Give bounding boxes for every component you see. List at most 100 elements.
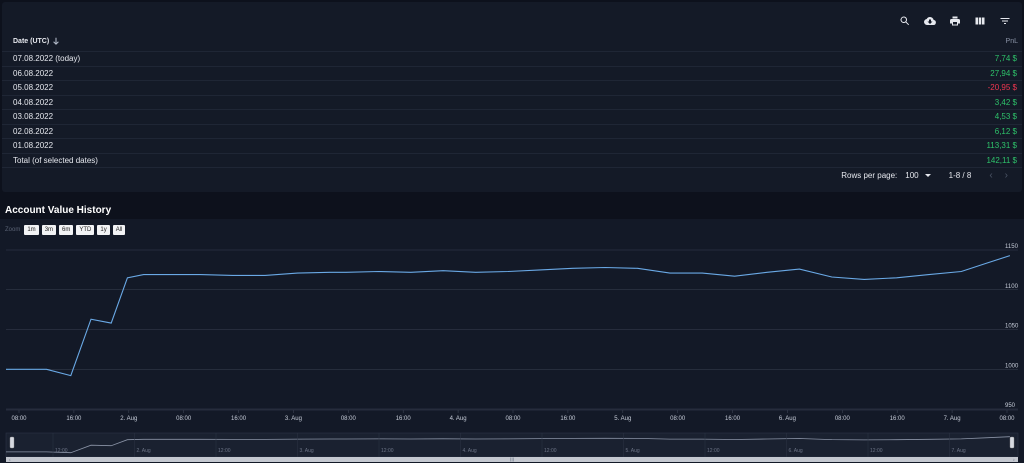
zoom-selector: Zoom 1m 3m 6m YTD 1y All [5,225,126,235]
search-icon[interactable] [895,14,914,28]
data-point [297,272,299,274]
date-cell: 04.08.2022 [13,97,54,107]
zoom-button[interactable]: YTD [76,225,95,235]
data-point [734,275,736,277]
y-tick-label: 1150 [1005,244,1019,250]
print-icon[interactable] [945,14,964,28]
zoom-buttons: 1m 3m 6m YTD 1y All [24,225,126,235]
daily-pnl-panel: Date (UTC) PnL 07.08.2022 (today) 7,74 $0… [2,2,1022,192]
navigator-label: 6. Aug [789,448,803,454]
chevron-down-icon [924,174,931,177]
date-cell: 03.08.2022 [13,112,54,122]
scroll-grip-icon: III [510,458,514,463]
account-value-line [6,255,1011,377]
x-tick-label: 16:00 [396,416,412,422]
zoom-button[interactable]: All [112,225,126,235]
date-cell: 07.08.2022 (today) [13,54,81,64]
data-point [127,277,129,279]
page-range: 1-8 / 8 [948,171,972,180]
filter-icon[interactable] [995,14,1014,28]
navigator-label: 4. Aug [463,448,477,454]
x-tick-label: 6. Aug [779,416,796,422]
x-tick-label: 08:00 [11,416,27,422]
data-point [90,318,92,320]
zoom-button[interactable]: 1m [24,225,39,235]
data-point [70,375,72,377]
date-column-header[interactable]: Date (UTC) [13,37,60,47]
rows-per-page-value: 100 [905,171,919,180]
x-tick-label: 08:00 [670,416,686,422]
data-point [442,270,444,272]
navigator-label: 12:00 [707,448,720,454]
navigator-left-handle[interactable] [9,436,15,449]
y-tick-label: 1100 [1005,284,1019,290]
pnl-cell: 142,11 $ [986,155,1017,165]
data-point [928,274,930,276]
data-point [799,268,801,270]
table-header: Date (UTC) PnL [2,32,1022,52]
next-page-button[interactable]: › [1005,170,1008,181]
navigator-label: 12:00 [55,448,68,454]
data-point [5,368,7,370]
table-row: 03.08.2022 4,53 $ [2,110,1022,125]
x-tick-label: 08:00 [505,416,521,422]
x-tick-label: 3. Aug [285,416,302,422]
x-tick-label: 16:00 [560,416,576,422]
data-point [345,271,347,273]
cloud-download-icon[interactable] [920,14,939,28]
x-tick-label: 7. Aug [944,416,961,422]
pagination: Rows per page: 100 1-8 / 8 ‹ › [841,170,1008,181]
prev-page-button[interactable]: ‹ [989,170,992,181]
x-tick-label: 4. Aug [450,416,467,422]
x-tick-label: 2. Aug [120,416,137,422]
zoom-button[interactable]: 6m [59,225,74,235]
x-tick-label: 08:00 [999,416,1015,422]
table-row: 02.08.2022 6,12 $ [2,125,1022,139]
date-cell: Total (of selected dates) [13,155,98,165]
date-header-label: Date (UTC) [13,38,50,45]
data-point [410,271,412,273]
navigator-right-handle[interactable] [1009,436,1015,449]
columns-icon[interactable] [970,14,989,28]
zoom-label: Zoom [5,227,21,233]
x-tick-label: 16:00 [66,416,82,422]
date-cell: 01.08.2022 [13,141,54,151]
navigator-label: 5. Aug [626,448,640,454]
zoom-button[interactable]: 3m [41,225,57,235]
account-value-chart: 950 1000 1050 1100 1150 08:00 16:00 2. Aug 08:00… [0,219,1024,463]
data-point [110,322,112,324]
x-tick-label: 5. Aug [614,416,631,422]
data-point [766,271,768,273]
table-row: 05.08.2022 -20,95 $ [2,81,1022,96]
pnl-cell: 3,42 $ [994,97,1017,107]
pnl-table: Date (UTC) PnL 07.08.2022 (today) 7,74 $0… [2,32,1022,168]
navigator-label: 12:00 [381,448,394,454]
data-point [46,368,48,370]
pnl-cell: -20,95 $ [987,83,1017,93]
pnl-cell: 4,53 $ [994,112,1017,122]
date-cell: 06.08.2022 [13,68,54,78]
navigator-label: 12:00 [218,448,231,454]
y-tick-label: 1000 [1005,363,1019,369]
sort-arrow-down-icon[interactable] [52,37,60,47]
data-point [863,279,865,281]
chart-canvas[interactable]: 950 1000 1050 1100 1150 08:00 16:00 2. Aug 08:00… [0,219,1024,463]
table-toolbar [895,14,1014,28]
y-tick-label: 1050 [1005,324,1019,330]
pnl-column-header[interactable]: PnL [1006,38,1018,45]
pnl-cell: 6,12 $ [994,126,1017,136]
data-point [475,271,477,273]
pnl-cell: 27,94 $ [990,68,1017,78]
data-point [329,271,331,273]
rows-per-page-select[interactable]: 100 [905,171,931,180]
x-tick-label: 08:00 [176,416,192,422]
navigator-label: 7. Aug [952,448,966,454]
pnl-cell: 113,31 $ [986,141,1017,151]
zoom-button[interactable]: 1y [97,225,110,235]
x-tick-label: 08:00 [341,416,357,422]
data-point [985,263,987,265]
date-cell: 02.08.2022 [13,126,54,136]
data-point [539,269,541,271]
table-row: 06.08.2022 27,94 $ [2,67,1022,81]
data-point [572,267,574,269]
